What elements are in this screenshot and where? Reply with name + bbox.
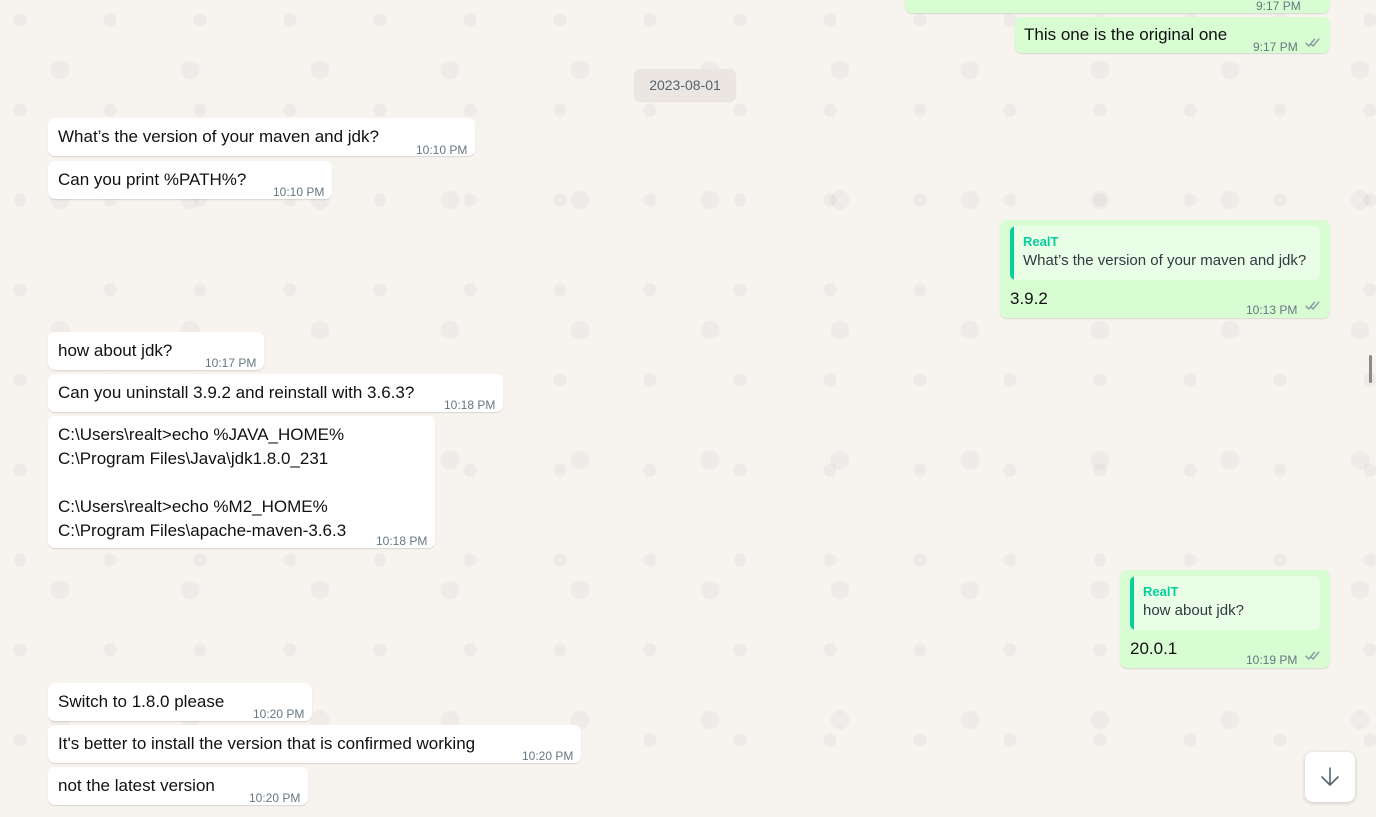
message-time: 10:10 PM xyxy=(416,143,468,157)
message-time: 10:20 PM xyxy=(249,791,301,805)
incoming-message[interactable]: What’s the version of your maven and jdk… xyxy=(48,118,475,157)
incoming-message[interactable]: Can you print %PATH%? 10:10 PM xyxy=(48,161,332,199)
message-time: 10:10 PM xyxy=(273,185,325,199)
message-text: how about jdk? xyxy=(58,341,173,360)
message-time: 10:13 PM xyxy=(1246,303,1298,317)
message-text: C:\Users\realt>echo %JAVA_HOME% C:\Progr… xyxy=(58,425,347,540)
incoming-message[interactable]: not the latest version 10:20 PM xyxy=(48,767,308,805)
incoming-message[interactable]: It's better to install the version that … xyxy=(48,725,581,763)
incoming-message[interactable]: Switch to 1.8.0 please 10:20 PM xyxy=(48,683,312,721)
date-separator: 2023-08-01 xyxy=(634,69,736,101)
incoming-message[interactable]: Can you uninstall 3.9.2 and reinstall wi… xyxy=(48,374,503,412)
message-text: What’s the version of your maven and jdk… xyxy=(58,127,379,146)
message-time: 10:18 PM xyxy=(444,398,496,412)
message-time: 9:17 PM xyxy=(1256,0,1301,13)
scroll-to-bottom-button[interactable] xyxy=(1305,752,1355,802)
incoming-message[interactable]: C:\Users\realt>echo %JAVA_HOME% C:\Progr… xyxy=(48,416,435,548)
message-text: 3.9.2 xyxy=(1010,289,1048,308)
message-time: 10:19 PM xyxy=(1246,653,1298,667)
quoted-message[interactable]: RealT What’s the version of your maven a… xyxy=(1010,226,1320,280)
quote-text: how about jdk? xyxy=(1143,602,1244,619)
message-time: 9:17 PM xyxy=(1253,40,1298,54)
message-text: not the latest version xyxy=(58,776,215,795)
message-text: 20.0.1 xyxy=(1130,639,1178,658)
incoming-message[interactable]: how about jdk? 10:17 PM xyxy=(48,332,264,370)
message-text: Can you uninstall 3.9.2 and reinstall wi… xyxy=(58,383,415,402)
scrollbar-thumb[interactable] xyxy=(1369,355,1372,383)
double-check-icon xyxy=(1305,300,1321,311)
message-time: 10:20 PM xyxy=(253,707,305,721)
arrow-down-icon xyxy=(1321,767,1339,786)
double-check-icon xyxy=(1305,650,1321,661)
quote-author: RealT xyxy=(1023,234,1059,249)
message-text: Switch to 1.8.0 please xyxy=(58,692,225,711)
message-text: This one is the original one xyxy=(1024,25,1228,44)
message-time: 10:18 PM xyxy=(376,534,428,548)
message-text: Can you print %PATH%? xyxy=(58,170,247,189)
double-check-icon xyxy=(1305,37,1321,48)
message-time: 10:17 PM xyxy=(205,356,257,370)
outgoing-reply-message[interactable]: RealT What’s the version of your maven a… xyxy=(1000,220,1330,318)
message-text: It's better to install the version that … xyxy=(58,734,476,753)
message-time: 10:20 PM xyxy=(522,749,574,763)
quoted-message[interactable]: RealT how about jdk? xyxy=(1130,576,1320,630)
outgoing-reply-message[interactable]: RealT how about jdk? 20.0.1 10:19 PM xyxy=(1120,570,1330,668)
quote-text: What’s the version of your maven and jdk… xyxy=(1023,252,1307,269)
outgoing-message[interactable]: This one is the original one 9:17 PM xyxy=(1015,17,1330,54)
previous-outgoing-message[interactable]: 9:17 PM xyxy=(905,0,1330,13)
quote-author: RealT xyxy=(1143,584,1179,599)
